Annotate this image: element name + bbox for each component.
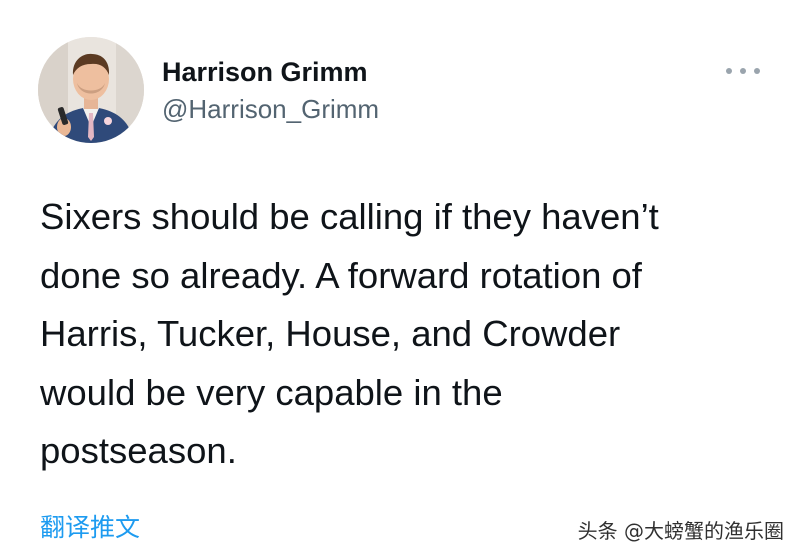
tweet-text-line: Sixers should be calling if they haven’t xyxy=(40,196,659,237)
more-horizontal-icon-dot xyxy=(740,68,746,74)
tweet-text-line: would be very capable in the xyxy=(40,371,503,413)
watermark: 头条 @大螃蟹的渔乐圈 xyxy=(577,519,784,543)
user-handle[interactable]: @Harrison_Grimm xyxy=(162,93,379,125)
more-horizontal-icon xyxy=(726,68,732,74)
avatar[interactable] xyxy=(38,37,144,143)
profile-photo xyxy=(38,37,144,143)
display-name[interactable]: Harrison Grimm xyxy=(162,56,368,88)
tweet-text-line: done so already. A forward rotation of xyxy=(40,254,642,296)
tweet-text: Sixers should be calling if they haven’t… xyxy=(40,188,780,481)
more-horizontal-icon-dot xyxy=(754,68,760,74)
more-options-button[interactable] xyxy=(726,60,760,82)
translate-tweet-link[interactable]: 翻译推文 xyxy=(40,512,140,544)
tweet-text-line: postseason. xyxy=(40,430,237,471)
tweet-text-line: Harris, Tucker, House, and Crowder xyxy=(40,313,621,354)
